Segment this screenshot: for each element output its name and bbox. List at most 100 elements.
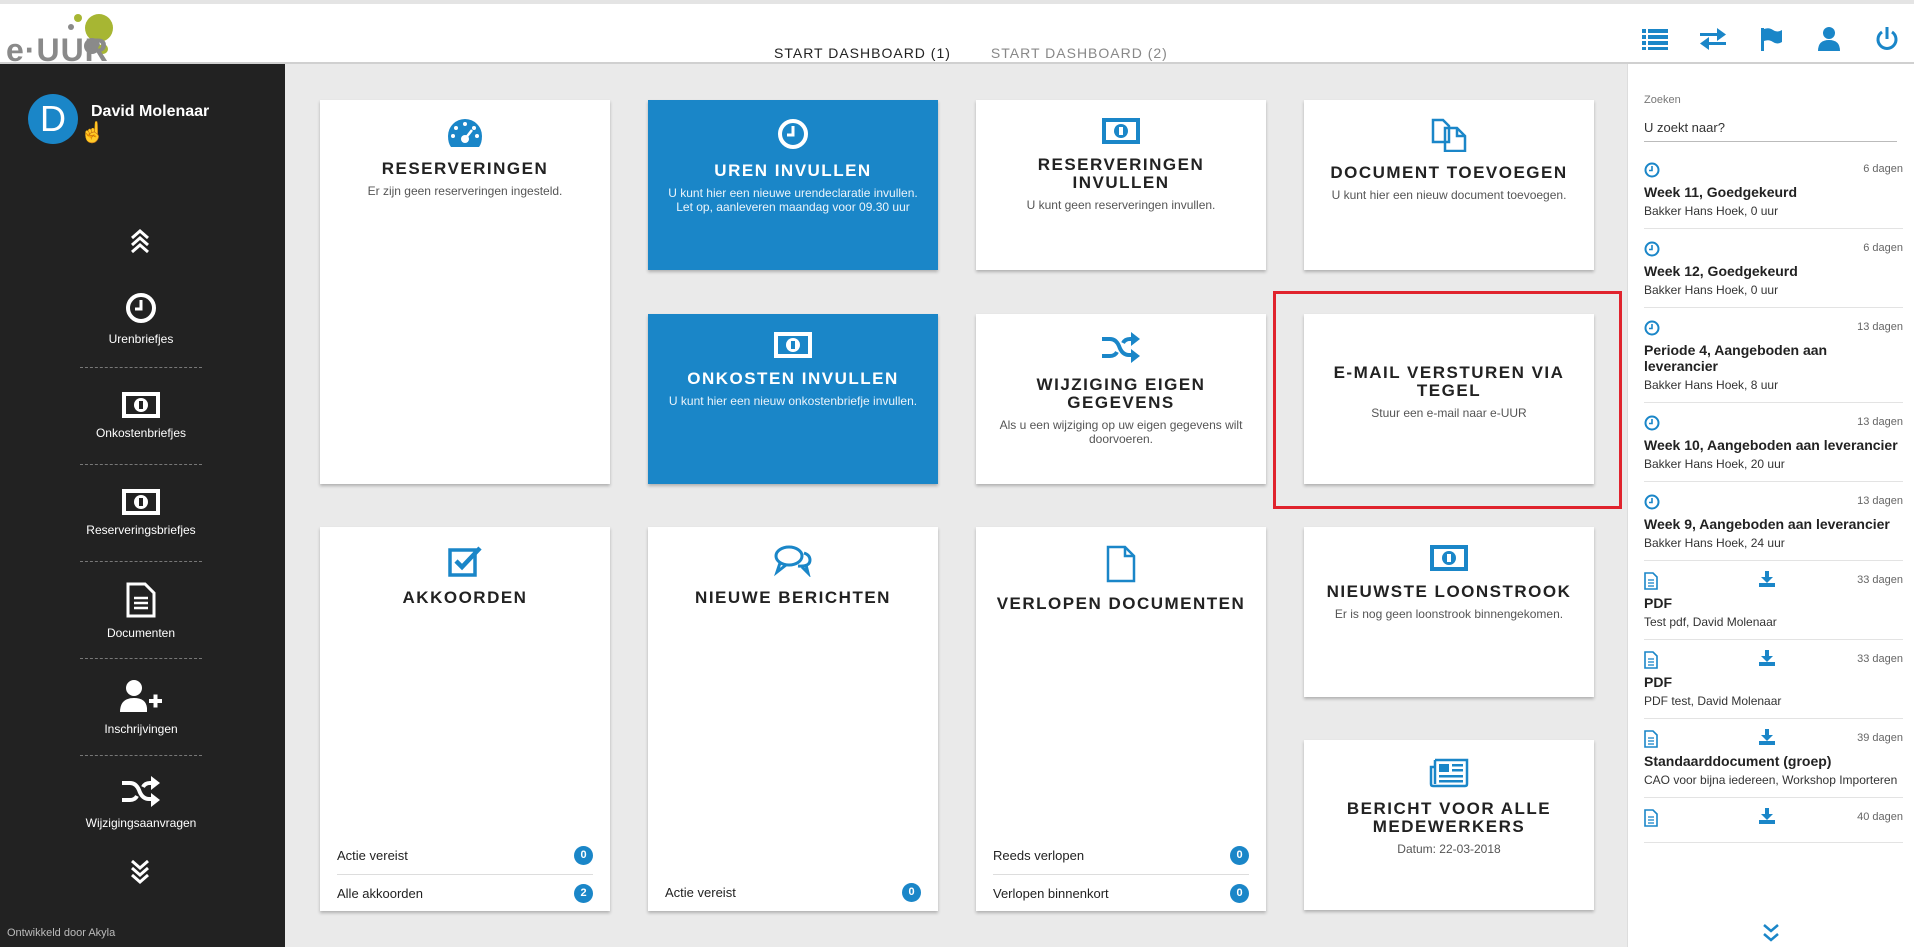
- activity-item[interactable]: 6 dagen Week 12, Goedgekeurd Bakker Hans H…: [1644, 229, 1903, 308]
- download-icon[interactable]: [1758, 728, 1776, 750]
- activity-age: 6 dagen: [1863, 163, 1903, 175]
- banknote-icon: [1430, 545, 1468, 571]
- banknote-icon: [122, 489, 160, 515]
- tile-description: U kunt hier een nieuwe urendeclaratie in…: [668, 186, 918, 214]
- power-icon[interactable]: [1872, 24, 1902, 54]
- tile-counters: Actie vereist 0 Alle akkoorden 2: [337, 837, 593, 911]
- tile-akkoorden[interactable]: AKKOORDEN Actie vereist 0 Alle akkoorden 2: [320, 527, 610, 911]
- scroll-down-icon[interactable]: [125, 859, 155, 885]
- divider: [80, 755, 202, 756]
- document-icon: [1106, 545, 1136, 583]
- header: e·UUR START DASHBOARD (1) START DASHBOAR…: [0, 4, 1914, 68]
- tile-title: ONKOSTEN INVULLEN: [687, 369, 899, 388]
- count-badge: 0: [574, 846, 593, 865]
- activity-title: PDF: [1644, 595, 1672, 611]
- sidebar-item-wijzigingsaanvragen[interactable]: Wijzigingsaanvragen: [80, 776, 202, 830]
- sidebar: D David Molenaar ☝ Urenbriefjes Onkosten…: [0, 64, 285, 947]
- download-icon[interactable]: [1758, 807, 1776, 829]
- counter-row[interactable]: Actie vereist 0: [665, 874, 921, 911]
- tile-description: Als u een wijziging op uw eigen gegevens…: [999, 418, 1243, 446]
- tile-counters: Reeds verlopen 0 Verlopen binnenkort 0: [993, 837, 1249, 911]
- counter-row[interactable]: Verlopen binnenkort 0: [993, 874, 1249, 911]
- activity-subtitle: Test pdf, David Molenaar: [1644, 615, 1777, 629]
- counter-label: Reeds verlopen: [993, 848, 1085, 863]
- clock-icon: [1644, 162, 1660, 178]
- tile-title: UREN INVULLEN: [714, 161, 872, 180]
- sidebar-item-onkostenbriefjes[interactable]: Onkostenbriefjes: [80, 392, 202, 440]
- activity-title: Week 12, Goedgekeurd: [1644, 263, 1798, 279]
- tile-title: AKKOORDEN: [402, 588, 528, 607]
- shuffle-icon: [122, 776, 160, 807]
- banknote-icon: [774, 332, 812, 358]
- tile-description: U kunt hier een nieuw document toevoegen…: [1331, 188, 1567, 202]
- swap-icon[interactable]: [1698, 24, 1728, 54]
- clock-icon: [1644, 241, 1660, 257]
- tile-reserveringen[interactable]: RESERVERINGEN Er zijn geen reserveringen…: [320, 100, 610, 484]
- scroll-up-icon[interactable]: [125, 228, 155, 254]
- count-badge: 2: [574, 883, 593, 903]
- activity-age: 39 dagen: [1857, 732, 1903, 744]
- document-icon: [1644, 730, 1658, 748]
- clock-icon: [126, 293, 156, 323]
- document-icon: [126, 582, 156, 618]
- tile-title: RESERVERINGEN INVULLEN: [1037, 155, 1205, 192]
- highlight-box: [1273, 291, 1622, 509]
- scroll-down-icon[interactable]: [1759, 922, 1787, 944]
- logo[interactable]: e·UUR: [6, 10, 146, 68]
- tile-description: U kunt geen reserveringen invullen.: [1026, 198, 1216, 212]
- search-input[interactable]: [1644, 114, 1897, 142]
- tile-title: DOCUMENT TOEVOEGEN: [1330, 163, 1568, 182]
- counter-row[interactable]: Alle akkoorden 2: [337, 874, 593, 911]
- tile-reserveringen-invullen[interactable]: RESERVERINGEN INVULLEN U kunt geen reser…: [976, 100, 1266, 270]
- divider: [80, 464, 202, 465]
- activity-item[interactable]: 6 dagen Week 11, Goedgekeurd Bakker Hans H…: [1644, 150, 1903, 229]
- tile-nieuwe-berichten[interactable]: NIEUWE BERICHTEN Actie vereist 0: [648, 527, 938, 911]
- tile-uren-invullen[interactable]: UREN INVULLEN U kunt hier een nieuwe ure…: [648, 100, 938, 270]
- user-name[interactable]: David Molenaar: [91, 103, 209, 121]
- shuffle-icon: [1102, 332, 1140, 363]
- activity-item[interactable]: 13 dagen Week 9, Aangeboden aan leveranci…: [1644, 482, 1903, 561]
- sidebar-item-urenbriefjes[interactable]: Urenbriefjes: [80, 292, 202, 346]
- activity-title: Week 9, Aangeboden aan leverancier: [1644, 516, 1890, 532]
- activity-title: Periode 4, Aangeboden aan leverancier: [1644, 342, 1828, 374]
- tile-title: BERICHT VOOR ALLE MEDEWERKERS: [1346, 799, 1552, 836]
- avatar[interactable]: D: [28, 94, 78, 144]
- tile-nieuwste-loonstrook[interactable]: NIEUWSTE LOONSTROOK Er is nog geen loons…: [1304, 527, 1594, 697]
- flag-icon[interactable]: [1756, 24, 1786, 54]
- tile-document-toevoegen[interactable]: DOCUMENT TOEVOEGEN U kunt hier een nieuw…: [1304, 100, 1594, 270]
- download-icon[interactable]: [1758, 570, 1776, 592]
- sidebar-item-inschrijvingen[interactable]: Inschrijvingen: [80, 680, 202, 736]
- sidebar-item-reserveringsbriefjes[interactable]: Reserveringsbriefjes: [80, 489, 202, 537]
- tile-verlopen-documenten[interactable]: VERLOPEN DOCUMENTEN Reeds verlopen 0 Verl…: [976, 527, 1266, 911]
- activity-item[interactable]: 33 dagen PDF Test pdf, David Molenaar: [1644, 561, 1903, 640]
- sidebar-item-documenten[interactable]: Documenten: [80, 582, 202, 640]
- tile-onkosten-invullen[interactable]: ONKOSTEN INVULLEN U kunt hier een nieuw …: [648, 314, 938, 484]
- sidebar-item-label: Onkostenbriefjes: [95, 426, 187, 440]
- tile-wijziging-eigen-gegevens[interactable]: WIJZIGING EIGEN GEGEVENS Als u een wijzi…: [976, 314, 1266, 484]
- activity-age: 40 dagen: [1857, 811, 1903, 823]
- tile-bericht-voor-alle-medewerkers[interactable]: BERICHT VOOR ALLE MEDEWERKERS Datum: 22-…: [1304, 740, 1594, 910]
- tile-description: U kunt hier een nieuw onkostenbriefje in…: [668, 394, 918, 408]
- sidebar-item-label: Urenbriefjes: [108, 332, 174, 346]
- activity-item[interactable]: 33 dagen PDF PDF test, David Molenaar: [1644, 640, 1903, 719]
- tile-title: RESERVERINGEN: [381, 159, 549, 178]
- count-badge: 0: [1230, 846, 1249, 865]
- tile-title: WIJZIGING EIGEN GEGEVENS: [1036, 375, 1206, 412]
- document-icon: [1644, 651, 1658, 669]
- list-icon[interactable]: [1640, 24, 1670, 54]
- banknote-icon: [122, 392, 160, 418]
- counter-row[interactable]: Reeds verlopen 0: [993, 837, 1249, 874]
- activity-title: Week 11, Goedgekeurd: [1644, 184, 1798, 200]
- counter-row[interactable]: Actie vereist 0: [337, 837, 593, 874]
- activity-item[interactable]: 13 dagen Periode 4, Aangeboden aan levera…: [1644, 308, 1903, 403]
- counter-label: Actie vereist: [337, 848, 408, 863]
- tile-title: NIEUWE BERICHTEN: [695, 588, 891, 607]
- copy-documents-icon: [1431, 118, 1467, 152]
- activity-item[interactable]: 39 dagen Standaarddocument (groep) CAO voo…: [1644, 719, 1903, 798]
- activity-subtitle: Bakker Hans Hoek, 20 uur: [1644, 457, 1785, 471]
- activity-item[interactable]: 40 dagen: [1644, 798, 1903, 843]
- download-icon[interactable]: [1758, 649, 1776, 671]
- user-icon[interactable]: [1814, 24, 1844, 54]
- activity-item[interactable]: 13 dagen Week 10, Aangeboden aan leveranc…: [1644, 403, 1903, 482]
- activity-title: Standaarddocument (groep): [1644, 753, 1832, 769]
